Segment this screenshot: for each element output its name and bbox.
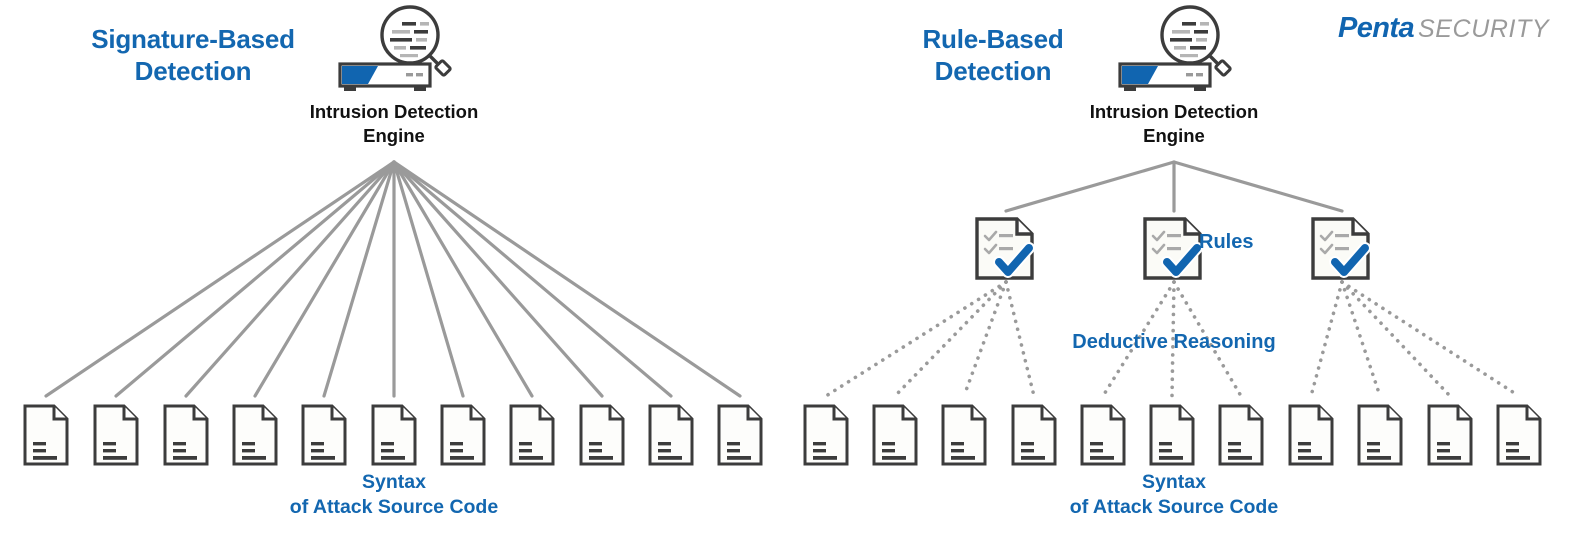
engine-label-right: Intrusion Detection Engine <box>1089 101 1259 146</box>
engine-to-document-edge <box>322 160 396 398</box>
attack-source-code-document-icon <box>300 404 348 466</box>
engine-to-document-edge <box>44 160 396 398</box>
attack-source-code-document-icon <box>578 404 626 466</box>
rule-checklist-icon <box>973 216 1039 282</box>
attack-source-code-document-icon <box>1010 404 1058 466</box>
attack-source-code-document-icon <box>1287 404 1335 466</box>
engine-to-document-edge <box>392 160 604 398</box>
engine-to-rule-edge <box>1004 160 1176 213</box>
attack-source-code-document-icon <box>871 404 919 466</box>
section-title-signature-based: Signature-Based Detection <box>91 24 295 86</box>
logo-suffix-text: SECURITY <box>1417 15 1550 43</box>
engine-to-document-edge <box>392 160 673 398</box>
attack-source-code-document-icon <box>162 404 210 466</box>
rule-to-document-edge <box>1340 280 1382 398</box>
section-title-rule-based: Rule-Based Detection <box>922 24 1064 86</box>
attack-source-code-document-icon <box>1079 404 1127 466</box>
attack-source-code-document-icon <box>647 404 695 466</box>
syntax-label-right: Syntax of Attack Source Code <box>1069 471 1279 518</box>
attack-source-code-document-icon <box>508 404 556 466</box>
left-panel-edges <box>44 160 742 398</box>
rule-to-document-edge <box>893 280 1008 398</box>
engine-to-document-edge <box>392 160 742 398</box>
rules-label: Rules <box>1199 231 1254 253</box>
rule-checklist-icon <box>1141 216 1207 282</box>
intrusion-detection-engine-icon <box>334 2 454 98</box>
deductive-reasoning-label: Deductive Reasoning <box>1072 331 1276 353</box>
attack-source-code-document-icon <box>802 404 850 466</box>
attack-source-code-document-icon <box>1426 404 1474 466</box>
attack-source-code-document-icon <box>370 404 418 466</box>
right-panel-top-edges <box>1004 160 1344 213</box>
engine-to-document-edge <box>253 160 396 398</box>
attack-source-code-document-icon <box>92 404 140 466</box>
engine-to-document-edge <box>114 160 396 398</box>
attack-source-code-document-icon <box>231 404 279 466</box>
syntax-label-left: Syntax of Attack Source Code <box>289 471 499 518</box>
rule-to-document-edge <box>962 280 1008 398</box>
engine-label-left: Intrusion Detection Engine <box>309 101 479 146</box>
attack-source-code-document-icon <box>1495 404 1543 466</box>
engine-to-document-edge <box>184 160 396 398</box>
attack-source-code-document-icon <box>22 404 70 466</box>
rule-checklist-icon <box>1309 216 1375 282</box>
attack-source-code-document-icon <box>1217 404 1265 466</box>
rule-to-document-edge <box>1340 280 1452 398</box>
engine-to-document-edge <box>392 160 534 398</box>
diagram-canvas: Signature-Based Detection Intrusion Dete… <box>0 0 1586 535</box>
penta-security-logo: Penta SECURITY <box>1338 12 1549 45</box>
attack-source-code-document-icon <box>1356 404 1404 466</box>
rule-to-document-edge <box>824 280 1008 398</box>
attack-source-code-document-icon <box>940 404 988 466</box>
attack-source-code-document-icon <box>1148 404 1196 466</box>
attack-source-code-document-icon <box>439 404 487 466</box>
engine-to-document-edge <box>392 160 465 398</box>
engine-to-rule-edge <box>1172 160 1344 213</box>
rule-to-document-edge <box>1340 280 1521 398</box>
logo-brand-text: Penta <box>1338 12 1415 44</box>
attack-source-code-document-icon <box>716 404 764 466</box>
intrusion-detection-engine-icon <box>1114 2 1234 98</box>
